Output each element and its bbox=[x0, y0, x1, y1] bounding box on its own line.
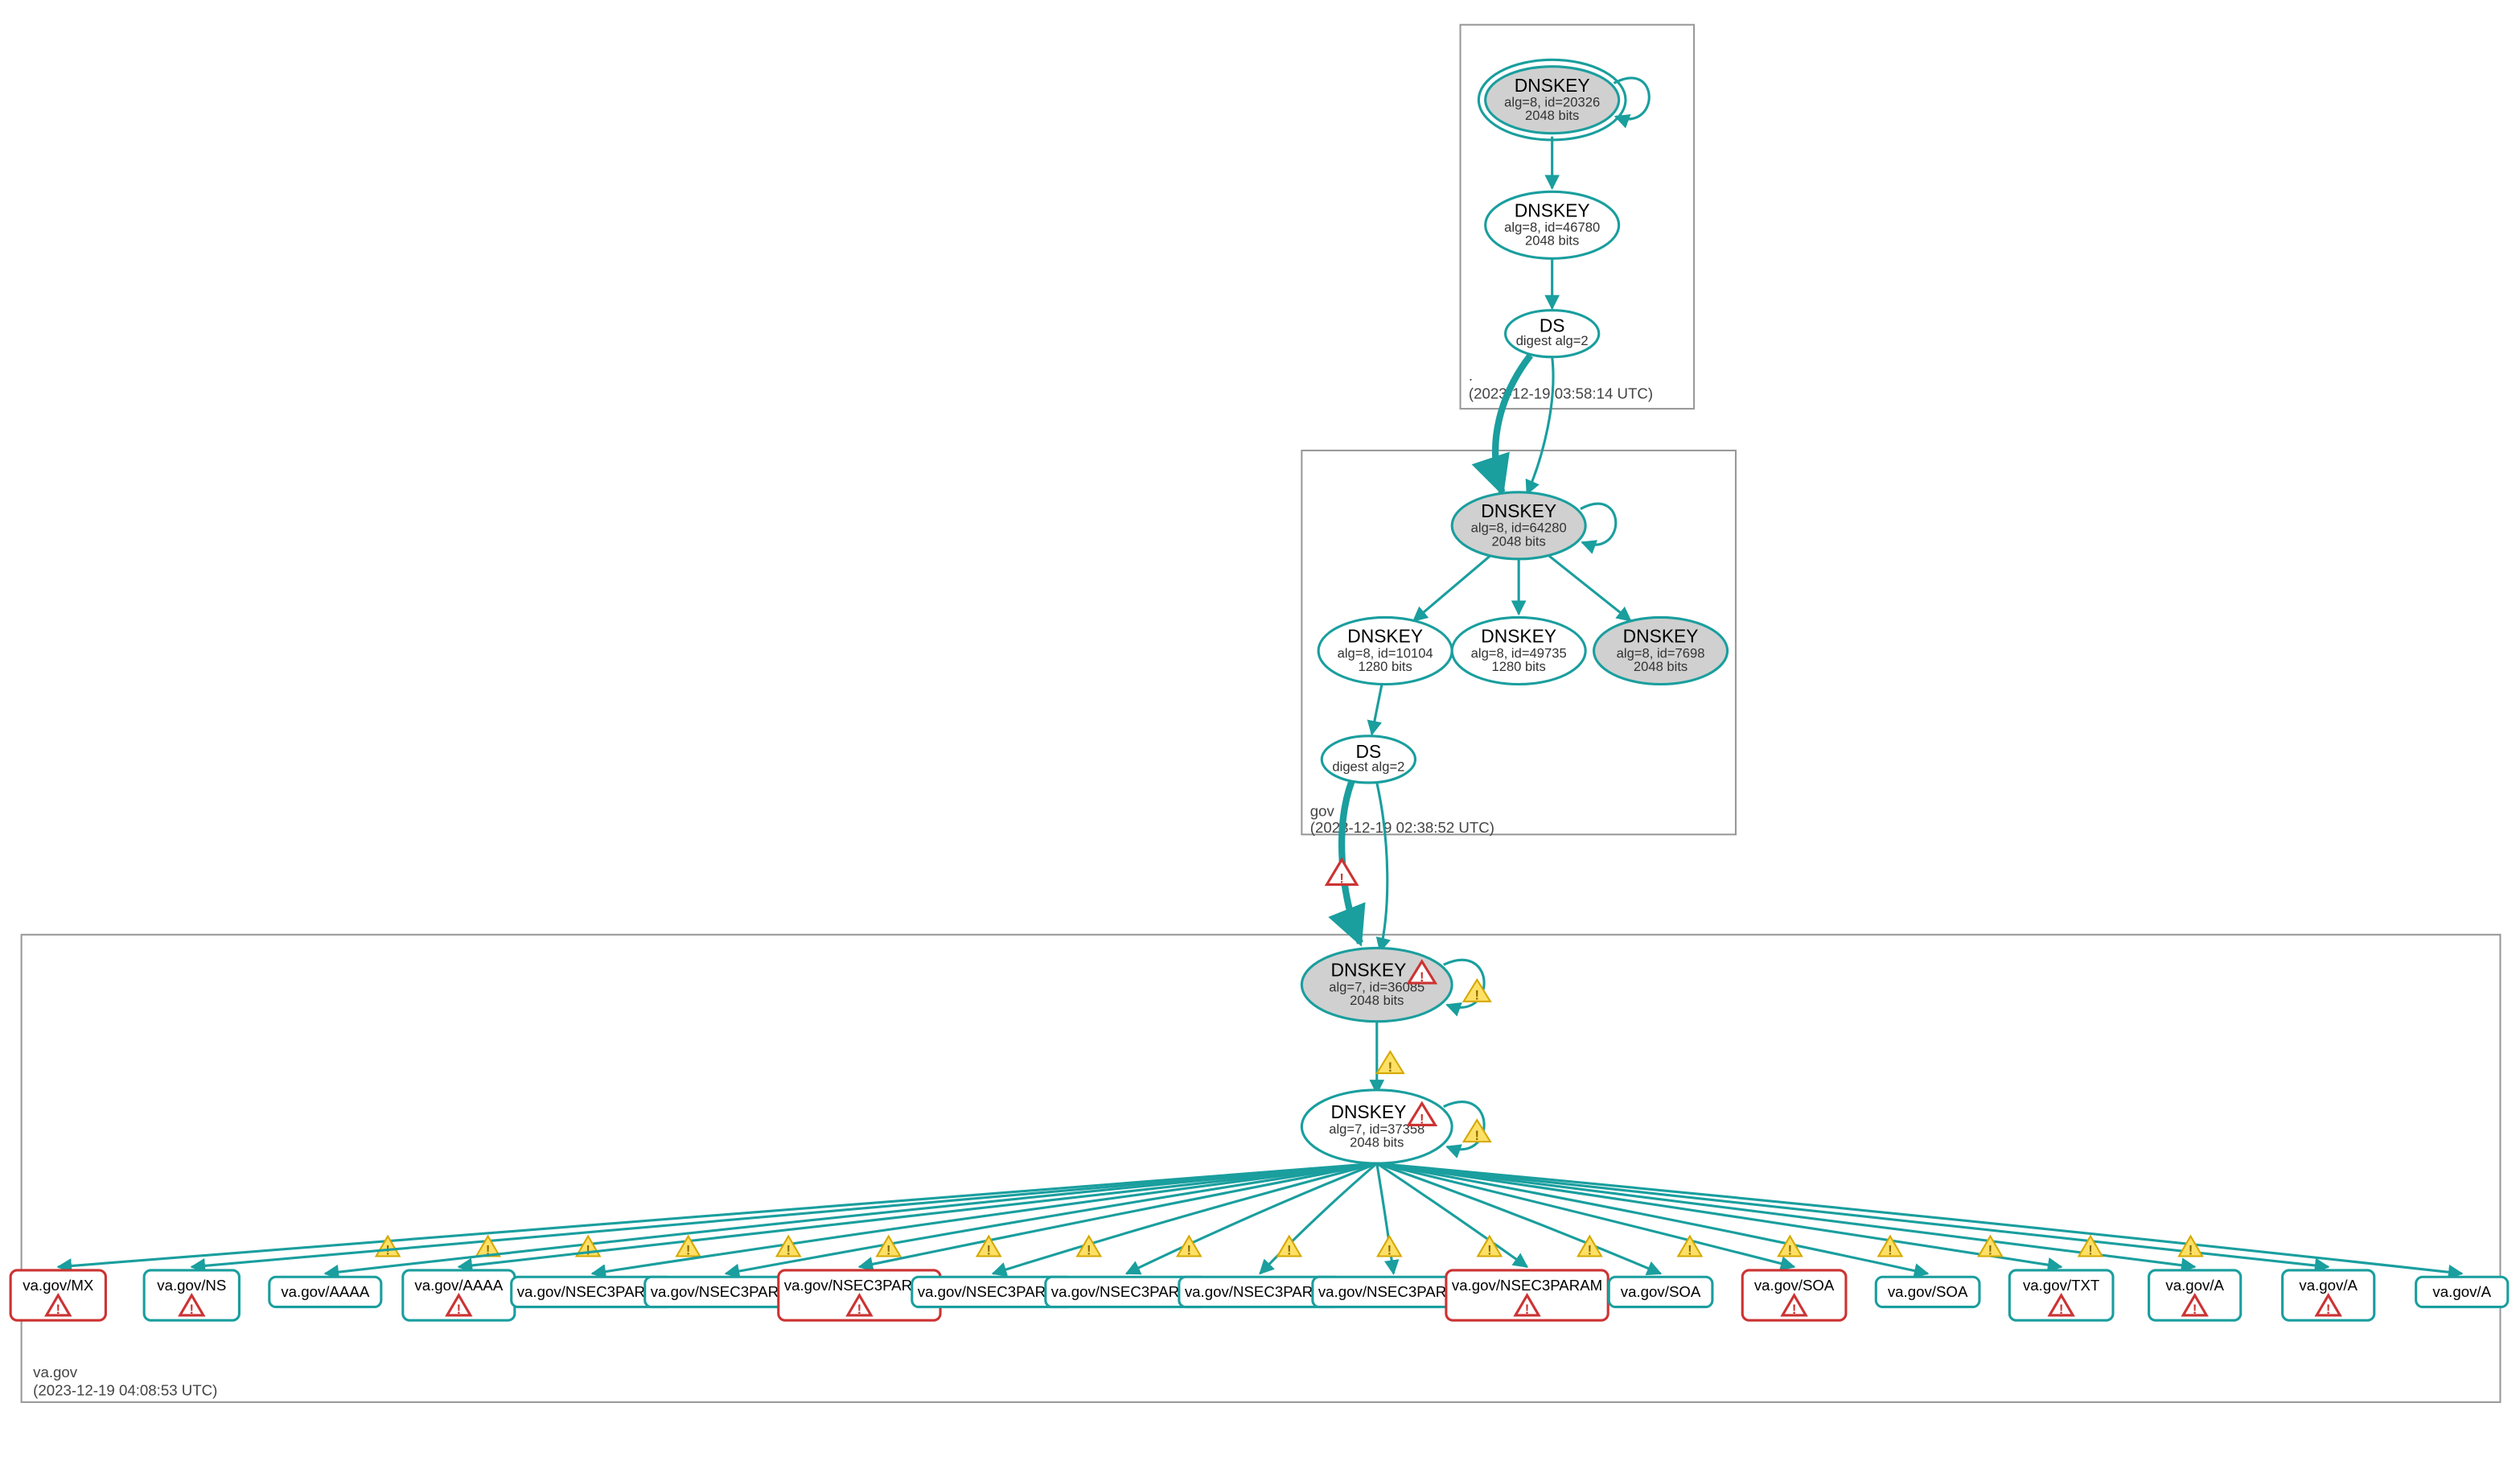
svg-text:!: ! bbox=[2189, 1242, 2193, 1257]
svg-text:!: ! bbox=[1688, 1242, 1692, 1257]
svg-text:!: ! bbox=[2059, 1302, 2064, 1317]
svg-text:!: ! bbox=[786, 1242, 791, 1257]
record-label: va.gov/NSEC3PARAM bbox=[1452, 1277, 1602, 1294]
svg-text:!: ! bbox=[1420, 969, 1424, 985]
record-label: va.gov/TXT bbox=[2023, 1277, 2099, 1294]
svg-text:!: ! bbox=[857, 1302, 862, 1317]
svg-text:!: ! bbox=[1487, 1242, 1492, 1257]
node-root-zsk: DNSKEY alg=8, id=46780 2048 bits bbox=[1486, 191, 1619, 258]
svg-text:!: ! bbox=[2193, 1302, 2197, 1317]
svg-text:DNSKEY: DNSKEY bbox=[1481, 500, 1556, 521]
svg-text:DNSKEY: DNSKEY bbox=[1481, 626, 1556, 647]
svg-text:!: ! bbox=[886, 1242, 891, 1257]
svg-text:DNSKEY: DNSKEY bbox=[1330, 960, 1406, 981]
svg-text:!: ! bbox=[586, 1242, 590, 1257]
svg-text:DNSKEY: DNSKEY bbox=[1515, 200, 1590, 220]
svg-text:1280 bits: 1280 bits bbox=[1358, 659, 1412, 674]
node-vagov-ksk: DNSKEY alg=7, id=36085 2048 bits ! ! bbox=[1301, 948, 1490, 1021]
zone-root-ts: (2023-12-19 03:58:14 UTC) bbox=[1469, 385, 1653, 402]
record-label: va.gov/SOA bbox=[1888, 1283, 1968, 1300]
svg-text:!: ! bbox=[1087, 1242, 1091, 1257]
record-label: va.gov/NS bbox=[157, 1277, 226, 1294]
err-icon-ds-edge: ! bbox=[1327, 859, 1357, 886]
record-label: va.gov/AAAA bbox=[281, 1283, 369, 1300]
node-gov-zsk3: DNSKEY alg=8, id=7698 2048 bits bbox=[1594, 617, 1728, 684]
svg-text:2048 bits: 2048 bits bbox=[1634, 659, 1688, 674]
svg-text:!: ! bbox=[1187, 1242, 1192, 1257]
zone-gov-name: gov bbox=[1310, 802, 1335, 819]
record-label: va.gov/AAAA bbox=[414, 1277, 503, 1294]
record-label: va.gov/SOA bbox=[1621, 1283, 1701, 1300]
svg-text:!: ! bbox=[1475, 988, 1480, 1003]
node-vagov-zsk: DNSKEY alg=7, id=37358 2048 bits ! ! bbox=[1301, 1090, 1490, 1163]
record-label: va.gov/A bbox=[2299, 1277, 2358, 1294]
svg-text:!: ! bbox=[1988, 1242, 1993, 1257]
record-fanout-group: ! va.gov/MX!! va.gov/NS!! va.gov/AAAA! va.go… bbox=[10, 1163, 2508, 1320]
svg-text:!: ! bbox=[457, 1302, 462, 1317]
svg-text:2048 bits: 2048 bits bbox=[1350, 993, 1404, 1008]
svg-text:2048 bits: 2048 bits bbox=[1350, 1134, 1404, 1150]
node-root-ds: DS digest alg=2 bbox=[1506, 311, 1599, 357]
svg-text:!: ! bbox=[1888, 1242, 1893, 1257]
svg-text:!: ! bbox=[190, 1302, 195, 1317]
svg-text:!: ! bbox=[1420, 1111, 1424, 1126]
svg-text:!: ! bbox=[1339, 870, 1344, 886]
svg-text:digest alg=2: digest alg=2 bbox=[1516, 333, 1589, 348]
record-label: va.gov/A bbox=[2432, 1283, 2491, 1300]
svg-text:!: ! bbox=[686, 1242, 691, 1257]
svg-text:2048 bits: 2048 bits bbox=[1525, 233, 1579, 249]
svg-text:!: ! bbox=[1475, 1128, 1480, 1143]
zone-vagov-ts: (2023-12-19 04:08:53 UTC) bbox=[33, 1382, 217, 1399]
svg-text:digest alg=2: digest alg=2 bbox=[1332, 759, 1404, 774]
zone-gov-ts: (2023-12-19 02:38:52 UTC) bbox=[1310, 819, 1494, 836]
svg-text:1280 bits: 1280 bits bbox=[1491, 659, 1545, 674]
svg-text:!: ! bbox=[1588, 1242, 1593, 1257]
svg-text:DNSKEY: DNSKEY bbox=[1515, 75, 1590, 96]
zone-vagov-box bbox=[22, 935, 2501, 1402]
svg-text:!: ! bbox=[2326, 1302, 2331, 1317]
zone-root-name: . bbox=[1469, 367, 1473, 384]
svg-text:!: ! bbox=[1387, 1242, 1392, 1257]
dnssec-graph: . (2023-12-19 03:58:14 UTC) DNSKEY alg=8… bbox=[8, 8, 2512, 1461]
svg-text:DNSKEY: DNSKEY bbox=[1347, 626, 1423, 647]
node-gov-ksk: DNSKEY alg=8, id=64280 2048 bits bbox=[1452, 492, 1616, 559]
svg-text:!: ! bbox=[2088, 1242, 2093, 1257]
warn-icon-ksk-zsk: ! bbox=[1377, 1051, 1404, 1075]
svg-text:!: ! bbox=[986, 1242, 991, 1257]
svg-text:!: ! bbox=[1788, 1242, 1793, 1257]
node-gov-zsk1: DNSKEY alg=8, id=10104 1280 bits bbox=[1318, 617, 1452, 684]
node-gov-zsk2: DNSKEY alg=8, id=49735 1280 bits bbox=[1452, 617, 1585, 684]
record-label: va.gov/SOA bbox=[1754, 1277, 1835, 1294]
svg-text:DNSKEY: DNSKEY bbox=[1623, 626, 1699, 647]
record-label: va.gov/A bbox=[2165, 1277, 2224, 1294]
svg-text:!: ! bbox=[56, 1302, 61, 1317]
svg-text:2048 bits: 2048 bits bbox=[1525, 108, 1579, 123]
svg-text:!: ! bbox=[1287, 1242, 1292, 1257]
node-root-ksk: DNSKEY alg=8, id=20326 2048 bits bbox=[1478, 60, 1649, 140]
svg-text:!: ! bbox=[1525, 1302, 1530, 1317]
node-gov-ds: DS digest alg=2 bbox=[1322, 736, 1415, 783]
svg-text:DNSKEY: DNSKEY bbox=[1330, 1101, 1406, 1122]
zone-vagov-name: va.gov bbox=[33, 1364, 78, 1381]
svg-text:2048 bits: 2048 bits bbox=[1491, 533, 1545, 549]
svg-text:!: ! bbox=[1792, 1302, 1797, 1317]
record-label: va.gov/MX bbox=[23, 1277, 94, 1294]
svg-text:!: ! bbox=[1388, 1060, 1393, 1075]
